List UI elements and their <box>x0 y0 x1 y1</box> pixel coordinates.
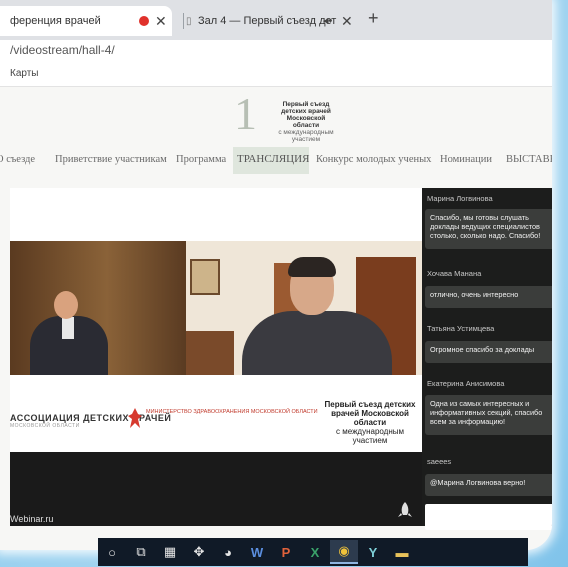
tab-separator <box>183 13 184 29</box>
chat-author: saeees <box>427 457 452 466</box>
task-view-icon[interactable]: ⧉ <box>127 540 155 564</box>
tab-close-icon[interactable]: ✕ <box>341 6 353 36</box>
tab-close-icon[interactable]: ✕ <box>155 6 167 36</box>
tab-hall-4[interactable]: ▯ Зал 4 — Первый съезд дет ◂• ✕ <box>186 6 354 36</box>
nav-nominations[interactable]: Номинации <box>440 154 492 165</box>
app-bird-icon[interactable]: Y <box>359 540 387 564</box>
bookmark-maps[interactable]: Карты <box>10 68 39 79</box>
video-player[interactable]: АССОЦИАЦИЯ ДЕТСКИХ ВРАЧЕЙ МОСКОВСКОЙ ОБЛ… <box>10 188 422 526</box>
ministry-emblem-icon <box>128 408 142 428</box>
chrome-icon[interactable]: ◉ <box>330 540 358 564</box>
chat-app-icon[interactable]: ◕ <box>214 540 242 564</box>
browser-tab-strip: ференция врачей ✕ ▯ Зал 4 — Первый съезд… <box>0 0 552 40</box>
chat-author: Марина Логвинова <box>427 194 493 203</box>
chat-author: Хочава Манана <box>427 269 482 278</box>
logo-text: Первый съезд детских врачей Московской о… <box>274 101 338 143</box>
powerpoint-icon[interactable]: P <box>272 540 300 564</box>
rocket-icon[interactable] <box>394 502 416 524</box>
chat-message: @Марина Логвинова верно! <box>425 474 552 496</box>
chat-message: Спасибо, мы готовы слушать доклады ведущ… <box>425 209 552 249</box>
search-icon[interactable]: ○ <box>98 540 126 564</box>
chat-panel: Марина Логвинова Спасибо, мы готовы слуш… <box>422 188 552 530</box>
bookmarks-bar: Карты <box>0 62 552 87</box>
page-icon: ▯ <box>186 16 192 27</box>
tab-hall-4-title: Зал 4 — Первый съезд дет <box>198 15 337 27</box>
wall-picture <box>190 259 220 295</box>
nav-broadcast[interactable]: ТРАНСЛЯЦИЯ <box>233 147 309 174</box>
chat-message: Огромное спасибо за доклады <box>425 341 552 363</box>
ministry-label: Министерство здравоохранения Московской … <box>146 409 318 415</box>
chat-message: отлично, очень интересно <box>425 286 552 308</box>
event-title-block: Первый съезд детских врачей Московской о… <box>324 400 416 445</box>
nav-young-scientists[interactable]: Конкурс молодых ученых <box>316 154 431 165</box>
word-icon[interactable]: W <box>243 540 271 564</box>
excel-icon[interactable]: X <box>301 540 329 564</box>
nav-exhibition[interactable]: ВЫСТАВКА <box>506 154 552 165</box>
nav-about[interactable]: О съезде <box>0 154 35 165</box>
chat-author: Екатерина Анисимова <box>427 379 505 388</box>
url-text[interactable]: /videostream/hall-4/ <box>10 43 115 57</box>
logo-subtitle: с международным участием <box>278 129 334 143</box>
speaker-left-camera <box>10 241 186 375</box>
platform-label: Webinar.ru <box>10 514 54 524</box>
calculator-icon[interactable]: ▦ <box>156 540 184 564</box>
site-nav: О съезде Приветствие участникам Программ… <box>0 147 552 174</box>
video-frame: АССОЦИАЦИЯ ДЕТСКИХ ВРАЧЕЙ МОСКОВСКОЙ ОБЛ… <box>10 188 422 452</box>
chat-author: Татьяна Устимцева <box>427 324 495 333</box>
chat-input[interactable] <box>425 504 552 530</box>
tab-conference-title: ференция врачей <box>10 15 101 27</box>
nav-program[interactable]: Программа <box>176 154 226 165</box>
new-tab-button[interactable]: + <box>368 8 379 29</box>
logo-title: Первый съезд детских врачей Московской о… <box>281 101 331 129</box>
tab-conference[interactable]: ференция врачей ✕ <box>0 6 172 36</box>
web-page: 1 Первый съезд детских врачей Московской… <box>0 87 552 550</box>
nav-greeting[interactable]: Приветствие участникам <box>55 154 167 165</box>
address-bar[interactable]: /videostream/hall-4/ <box>0 40 552 62</box>
logo-number: 1 <box>234 88 257 139</box>
congress-logo[interactable]: 1 Первый съезд детских врачей Московской… <box>234 88 344 144</box>
file-explorer-icon[interactable]: ▬ <box>388 540 416 564</box>
chat-message: Одна из самых интересных и информативных… <box>425 395 552 435</box>
nav-broadcast-label: ТРАНСЛЯЦИЯ <box>237 153 310 165</box>
network-icon[interactable]: ✥ <box>185 540 213 564</box>
speaker-right-camera <box>186 241 422 375</box>
windows-taskbar: ○ ⧉ ▦ ✥ ◕ W P X ◉ Y ▬ <box>98 538 528 566</box>
monitor-screen: ференция врачей ✕ ▯ Зал 4 — Первый съезд… <box>0 0 552 550</box>
tab-audio-icon[interactable]: ◂• <box>323 6 332 36</box>
recording-dot-icon <box>139 16 149 26</box>
